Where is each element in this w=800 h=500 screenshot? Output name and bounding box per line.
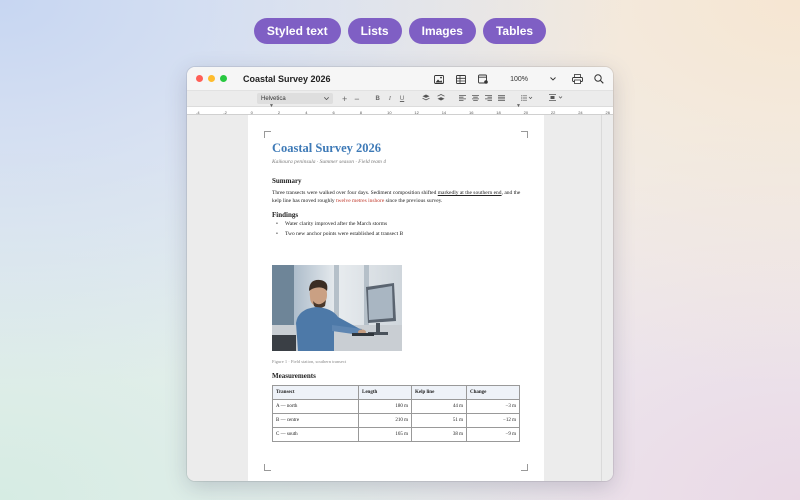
pill-lists[interactable]: Lists — [347, 18, 402, 44]
feature-pills: Styled text Lists Images Tables — [0, 18, 800, 44]
zoom-control[interactable]: 100% — [510, 76, 556, 83]
document-subtitle: Kaikoura peninsula · Summer season · Fie… — [272, 159, 386, 165]
indent-marker-icon[interactable]: ▼ — [269, 103, 274, 109]
layer-up-icon[interactable] — [422, 94, 430, 103]
summary-text: Three transects were walked over four da… — [272, 190, 438, 196]
search-icon[interactable] — [592, 72, 606, 86]
zoom-button[interactable] — [220, 75, 227, 82]
toolbar: 100% — [432, 67, 613, 91]
table-cell[interactable]: −12 m — [466, 413, 520, 428]
pill-tables[interactable]: Tables — [482, 18, 547, 44]
insert-table-icon[interactable] — [454, 72, 468, 86]
findings-heading: Findings — [272, 211, 299, 219]
table-cell[interactable]: 180 m — [358, 399, 412, 414]
table-cell[interactable]: 165 m — [358, 427, 412, 442]
figure-caption: Figure 1 · Field station, southern trans… — [272, 359, 347, 364]
document-area[interactable]: Coastal Survey 2026 Kaikoura peninsula ·… — [187, 115, 613, 481]
table-header-cell[interactable]: Change — [466, 385, 520, 400]
traffic-lights — [196, 75, 227, 82]
summary-paragraph: Three transects were walked over four da… — [272, 189, 522, 205]
zoom-value: 100% — [510, 75, 528, 83]
crop-mark-bottom-left — [264, 464, 271, 471]
table-cell[interactable]: −9 m — [466, 427, 520, 442]
table-cell[interactable]: A — north — [272, 399, 359, 414]
editor-window: Coastal Survey 2026 100% Helvetica + − B… — [187, 67, 613, 481]
print-icon[interactable] — [570, 72, 584, 86]
bold-button[interactable]: B — [376, 96, 380, 102]
findings-list: Water clarity improved after the March s… — [272, 219, 403, 239]
table-cell[interactable]: 38 m — [411, 427, 467, 442]
highlighted-text: twelve metres inshore — [336, 198, 385, 204]
chevron-down-icon — [324, 96, 329, 102]
align-right-icon[interactable] — [485, 94, 493, 103]
align-left-icon[interactable] — [459, 94, 467, 103]
align-center-icon[interactable] — [472, 94, 480, 103]
justify-icon[interactable] — [498, 94, 506, 103]
minimize-button[interactable] — [208, 75, 215, 82]
pill-images[interactable]: Images — [408, 18, 476, 44]
table-row: C — south 165 m 38 m −9 m — [272, 427, 520, 442]
underlined-text: markedly at the southern end — [437, 190, 502, 196]
insert-date-icon[interactable] — [476, 72, 490, 86]
spacing-icon[interactable] — [549, 94, 563, 103]
font-size-increase-button[interactable]: + — [342, 94, 347, 104]
list-format-icon[interactable] — [521, 94, 533, 103]
close-button[interactable] — [196, 75, 203, 82]
table-row: A — north 180 m 44 m −3 m — [272, 399, 520, 414]
title-bar: Coastal Survey 2026 100% — [187, 67, 613, 91]
table-header-row: Transect Length Kelp line Change — [272, 385, 520, 400]
pill-styled-text[interactable]: Styled text — [253, 18, 341, 44]
measurements-heading: Measurements — [272, 372, 316, 380]
font-name: Helvetica — [261, 95, 286, 102]
table-cell[interactable]: B — centre — [272, 413, 359, 428]
page-edge-divider — [601, 115, 602, 481]
field-station-photo[interactable] — [272, 265, 402, 351]
italic-button[interactable]: I — [389, 96, 391, 102]
crop-mark-top-left — [264, 131, 271, 138]
format-bar: Helvetica + − B I U — [187, 91, 613, 107]
document-page[interactable]: Coastal Survey 2026 Kaikoura peninsula ·… — [248, 115, 544, 481]
right-margin-marker-icon[interactable]: ▼ — [516, 103, 521, 109]
summary-heading: Summary — [272, 177, 302, 185]
layer-down-icon[interactable] — [437, 94, 445, 103]
list-item: Two new anchor points were established a… — [272, 229, 403, 239]
list-item: Water clarity improved after the March s… — [272, 219, 403, 229]
table-header-cell[interactable]: Length — [358, 385, 412, 400]
underline-button[interactable]: U — [400, 96, 404, 102]
table-cell[interactable]: −3 m — [466, 399, 520, 414]
font-size-decrease-button[interactable]: − — [354, 94, 359, 104]
table-cell[interactable]: 44 m — [411, 399, 467, 414]
crop-mark-top-right — [521, 131, 528, 138]
ruler[interactable]: ▼ ▼ -4 -2 0 2 4 6 8 10 12 14 16 18 20 22 24 26 — [187, 103, 613, 115]
table-row: B — centre 210 m 51 m −12 m — [272, 413, 520, 428]
chevron-down-icon — [550, 76, 556, 83]
table-cell[interactable]: C — south — [272, 427, 359, 442]
table-cell[interactable]: 210 m — [358, 413, 412, 428]
summary-text: since the previous survey. — [384, 198, 443, 204]
table-cell[interactable]: 51 m — [411, 413, 467, 428]
window-title: Coastal Survey 2026 — [243, 73, 331, 84]
document-title: Coastal Survey 2026 — [272, 141, 382, 155]
table-header-cell[interactable]: Transect — [272, 385, 359, 400]
crop-mark-bottom-right — [521, 464, 528, 471]
insert-image-icon[interactable] — [432, 72, 446, 86]
measurements-table[interactable]: Transect Length Kelp line Change A — nor… — [272, 385, 520, 442]
table-header-cell[interactable]: Kelp line — [411, 385, 467, 400]
